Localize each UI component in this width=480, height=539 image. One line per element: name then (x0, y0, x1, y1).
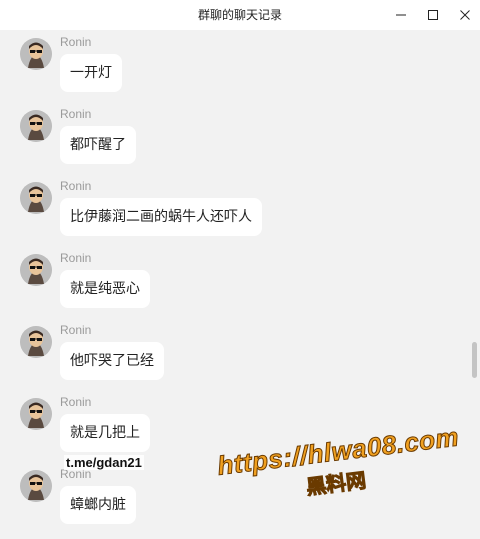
message-bubble[interactable]: 就是纯恶心 (60, 270, 150, 308)
message-item: Ronin 都吓醒了 (0, 102, 470, 166)
message-bubble[interactable]: 一开灯 (60, 54, 122, 92)
avatar[interactable] (20, 326, 52, 358)
maximize-icon (428, 10, 438, 20)
avatar[interactable] (20, 110, 52, 142)
minimize-icon (396, 14, 406, 16)
avatar[interactable] (20, 254, 52, 286)
sender-name: Ronin (60, 107, 92, 121)
title-bar[interactable]: 群聊的聊天记录 (0, 0, 480, 30)
sender-name: Ronin (60, 35, 92, 49)
message-item: Ronin 一开灯 (0, 30, 470, 94)
message-bubble[interactable]: 都吓醒了 (60, 126, 136, 164)
scrollbar-thumb[interactable] (472, 342, 477, 378)
avatar[interactable] (20, 470, 52, 502)
message-bubble[interactable]: 他吓哭了已经 (60, 342, 164, 380)
message-item: Ronin 他吓哭了已经 (0, 318, 470, 382)
sender-name: Ronin (60, 179, 92, 193)
chat-history-window: 群聊的聊天记录 Ronin 一开灯 Ronin 都吓醒了 Ronin 比伊藤润二… (0, 0, 480, 539)
close-button[interactable] (450, 0, 480, 30)
sender-name: Ronin (60, 395, 92, 409)
maximize-button[interactable] (418, 0, 448, 30)
message-bubble[interactable]: 就是几把上 (60, 414, 150, 452)
message-bubble[interactable]: 比伊藤润二画的蜗牛人还吓人 (60, 198, 262, 236)
overlay-handle-text: t.me/gdan21 (64, 455, 144, 470)
close-icon (460, 10, 470, 20)
minimize-button[interactable] (386, 0, 416, 30)
message-item: Ronin 比伊藤润二画的蜗牛人还吓人 (0, 174, 470, 238)
sender-name: Ronin (60, 323, 92, 337)
avatar[interactable] (20, 38, 52, 70)
avatar[interactable] (20, 182, 52, 214)
avatar[interactable] (20, 398, 52, 430)
message-item: Ronin 就是纯恶心 (0, 246, 470, 310)
message-bubble[interactable]: 蟑螂内脏 (60, 486, 136, 524)
sender-name: Ronin (60, 251, 92, 265)
